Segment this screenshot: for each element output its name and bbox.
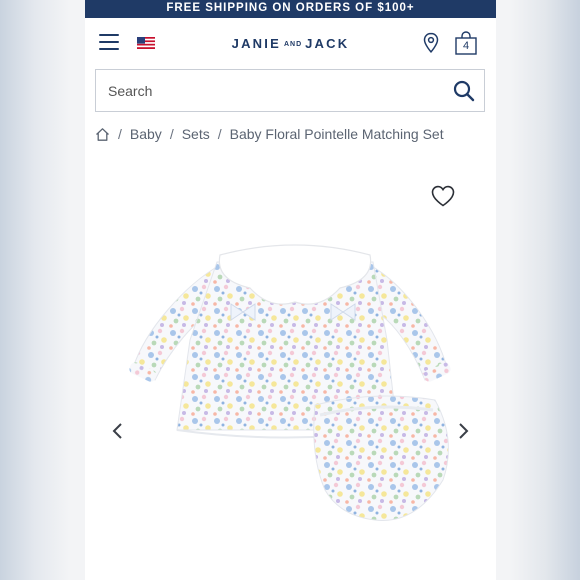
breadcrumb-separator: / (118, 126, 122, 142)
search-bar (95, 69, 485, 112)
breadcrumb-separator: / (217, 126, 222, 142)
search-icon (453, 80, 475, 101)
heart-icon[interactable] (430, 184, 456, 208)
breadcrumb-baby[interactable]: Baby (130, 126, 162, 142)
breadcrumb-separator: / (169, 126, 174, 142)
home-icon[interactable] (95, 127, 110, 142)
site-header: JANIE AND JACK 4 (85, 18, 496, 68)
promo-text: FREE SHIPPING ON ORDERS OF $100+ (166, 2, 415, 15)
breadcrumb-sets[interactable]: Sets (182, 126, 210, 142)
chevron-left-icon[interactable] (110, 420, 126, 442)
mobile-product-page: FREE SHIPPING ON ORDERS OF $100+ JANIE AN… (85, 0, 496, 580)
shopping-bag-button[interactable]: 4 (453, 30, 479, 56)
search-input[interactable] (96, 69, 444, 112)
product-image[interactable] (125, 240, 465, 525)
promo-banner[interactable]: FREE SHIPPING ON ORDERS OF $100+ (85, 0, 496, 18)
search-button[interactable] (444, 71, 484, 111)
breadcrumb-current: Baby Floral Pointelle Matching Set (229, 126, 444, 142)
breadcrumb: / Baby / Sets / Baby Floral Pointelle Ma… (95, 126, 444, 142)
location-pin-icon[interactable] (421, 32, 441, 54)
cart-count-badge: 4 (462, 40, 470, 52)
